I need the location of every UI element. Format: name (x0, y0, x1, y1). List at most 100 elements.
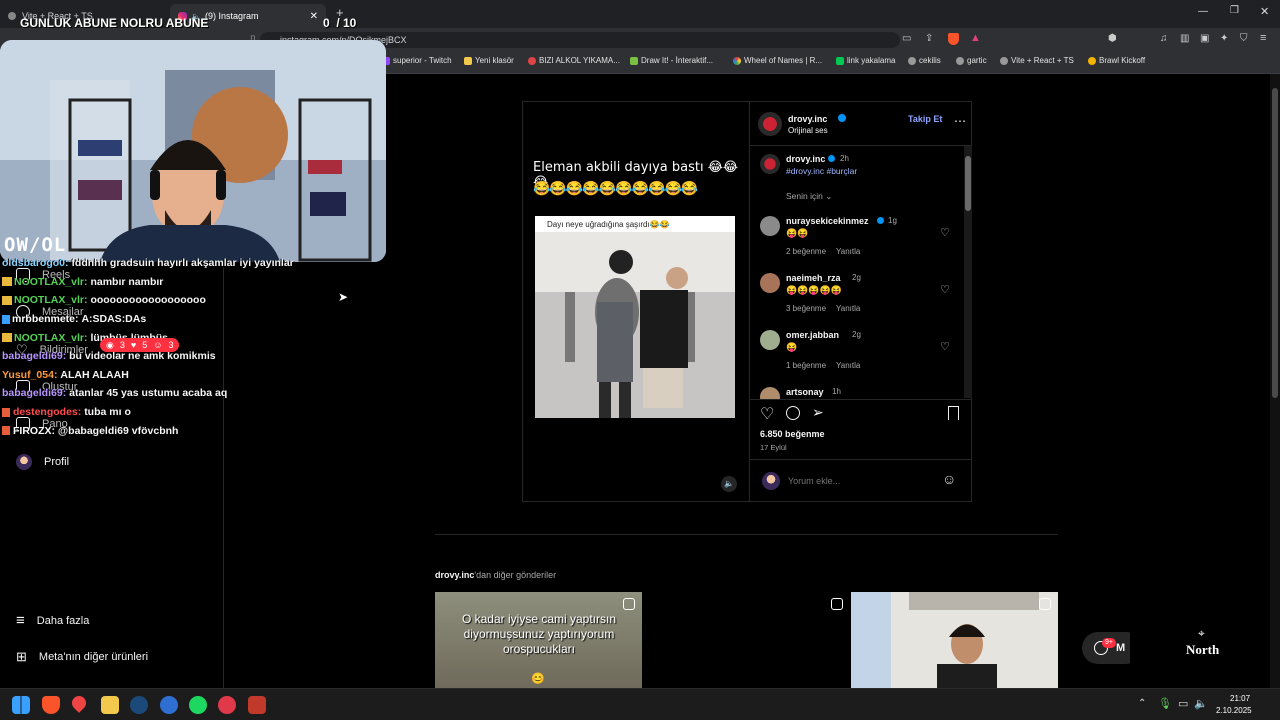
nav-meta-products[interactable]: ⊞ Meta'nın diğer ürünleri (16, 649, 148, 665)
page-scrollbar[interactable] (1270, 74, 1280, 688)
chat-text: oooooooooooooooooo (90, 294, 206, 307)
caption-username[interactable]: drovy.inc (786, 154, 825, 164)
north-label: North (1186, 642, 1220, 657)
post-date: 17 Eylül (760, 443, 787, 452)
emoji-icon[interactable]: ☺ (942, 471, 956, 487)
tab-icon (8, 12, 16, 20)
bookmark-item[interactable]: superior - Twitch (382, 56, 452, 65)
comment-input[interactable] (788, 474, 928, 488)
comment-username[interactable]: omer.jabban (786, 330, 839, 340)
comment-username[interactable]: artsonay (786, 387, 824, 397)
comment-likes[interactable]: 2 beğenme (786, 247, 826, 256)
close-window-button[interactable]: ✕ (1260, 5, 1269, 18)
minimize-button[interactable]: — (1198, 6, 1208, 17)
bookmark-item[interactable]: Draw It! - İnteraktif... (630, 56, 713, 65)
bookmark-item[interactable]: Wheel of Names | R... (733, 56, 822, 65)
post-thumbnail[interactable] (851, 592, 1058, 688)
game-app-icon[interactable] (248, 696, 266, 714)
brave-shield-icon[interactable] (948, 33, 959, 45)
close-tab-icon[interactable]: ✕ (310, 11, 318, 22)
bookmark-item[interactable]: cekilis (908, 56, 941, 65)
menu-icon[interactable]: ≡ (1260, 32, 1266, 44)
post-media[interactable]: Eleman akbili dayıya bastı 😂😂😂 😂😂😂😂😂😂😂😂😂… (523, 102, 749, 501)
sidebar-icon[interactable]: ▥ (1180, 33, 1189, 44)
hamburger-icon: ≡ (16, 612, 25, 629)
nav-more[interactable]: ≡ Daha fazla (16, 612, 89, 629)
heart-badge-icon: ♥ (130, 340, 137, 350)
network-icon[interactable]: ▭ (1178, 697, 1188, 710)
comment-like-icon[interactable]: ♡ (940, 226, 950, 239)
bookmark-item[interactable]: Vite + React + TS (1000, 56, 1074, 65)
comments-scrollbar[interactable] (964, 146, 972, 398)
extensions-icon[interactable]: ⬢ (1108, 33, 1117, 44)
comment: artsonay 1h (760, 387, 960, 399)
comment-likes[interactable]: 1 beğenme (786, 361, 826, 370)
comment-icon[interactable] (786, 406, 800, 420)
obs-icon[interactable] (160, 696, 178, 714)
volume-icon[interactable]: 🔈 (1194, 697, 1208, 710)
mic-icon[interactable]: 🎙 (1158, 697, 1172, 710)
more-options-icon[interactable]: ⋯ (954, 114, 966, 128)
media-icon[interactable]: ♫ (1160, 33, 1168, 44)
chat-message: NOOTLAX_vlr: oooooooooooooooooo (2, 291, 362, 310)
follow-button[interactable]: Takip Et (908, 114, 942, 124)
comment-username[interactable]: naeimeh_rza (786, 273, 841, 283)
post-thumbnail[interactable] (643, 592, 850, 688)
comment-likes[interactable]: 3 beğenme (786, 304, 826, 313)
chat-text: bu videolar ne amk komikmis (69, 350, 216, 363)
clock-date[interactable]: 2.10.2025 (1216, 706, 1252, 715)
file-explorer-icon[interactable] (101, 696, 119, 714)
author-username[interactable]: drovy.inc (788, 114, 827, 124)
spotify-icon[interactable] (189, 696, 207, 714)
sort-dropdown[interactable]: Senin için ⌄ (786, 191, 832, 202)
save-icon[interactable] (948, 406, 959, 420)
webcam-scene (0, 40, 386, 262)
comment-text: 😝😝😝😝😝 (786, 285, 843, 295)
screenshot-icon[interactable]: ▭ (902, 33, 911, 44)
inner-caption: Dayı neye uğradığına şaşırdı😂😂 (547, 220, 670, 229)
likes-count[interactable]: 6.850 beğenme (760, 429, 825, 439)
post-thumbnail[interactable]: O kadar iyiyse cami yaptırsın diyormuşsu… (435, 592, 642, 688)
notification-badges: ◉ 3 ♥ 5 ☺ 3 (100, 338, 180, 352)
comment-like-icon[interactable]: ♡ (940, 340, 950, 353)
wallet-icon[interactable]: ▣ (1200, 33, 1209, 44)
share-icon[interactable]: ⇪ (925, 33, 933, 44)
audio-label[interactable]: Orijinal ses (788, 126, 828, 135)
scrollbar-thumb[interactable] (1272, 88, 1278, 398)
comment: nuraysekicekinmez 1g 😝😝 2 beğenme Yanıtl… (760, 216, 960, 262)
windows-start-icon[interactable] (12, 696, 30, 714)
comment-like-icon[interactable]: ♡ (940, 283, 950, 296)
leo-icon[interactable]: ✦ (1220, 33, 1228, 44)
nav-item-profile[interactable]: Profil (16, 454, 69, 470)
scrollbar-thumb[interactable] (965, 156, 971, 211)
vpn-icon[interactable]: ⛉ (1240, 33, 1248, 44)
comment-username[interactable]: nuraysekicekinmez (786, 216, 869, 226)
chat-app-icon[interactable] (218, 696, 236, 714)
maps-pin-icon[interactable] (69, 693, 89, 713)
comment-time: 1g (888, 216, 897, 225)
author-avatar[interactable] (758, 112, 782, 136)
commenter-avatar (760, 387, 780, 399)
brave-icon[interactable] (42, 696, 60, 714)
reply-link[interactable]: Yanıtla (836, 361, 860, 370)
comment-time: 2g (852, 330, 861, 339)
commenter-avatar (760, 330, 780, 350)
tray-chevron-icon[interactable]: ⌃ (1138, 698, 1146, 709)
caption-tags[interactable]: #drovy.inc #burçlar (786, 166, 857, 176)
reply-link[interactable]: Yanıtla (836, 304, 860, 313)
bookmark-item[interactable]: link yakalama (836, 56, 895, 65)
bookmark-item[interactable]: BIZI ALKOL YIKAMA... (528, 56, 620, 65)
brave-rewards-icon[interactable]: ▲ (970, 32, 981, 44)
reply-link[interactable]: Yanıtla (836, 247, 860, 256)
maximize-button[interactable]: ❐ (1230, 5, 1239, 16)
bookmark-item[interactable]: Yeni klasör (464, 56, 514, 65)
actions-divider (750, 399, 972, 400)
follow-badge-icon: ☺ (153, 340, 163, 350)
volume-icon[interactable]: 🔈 (721, 476, 737, 492)
steam-icon[interactable] (130, 696, 148, 714)
bookmark-item[interactable]: gartic (956, 56, 987, 65)
clock-time[interactable]: 21:07 (1230, 694, 1250, 703)
bookmark-item[interactable]: Brawl Kickoff (1088, 56, 1145, 65)
like-icon[interactable]: ♡ (760, 404, 774, 424)
share-icon[interactable]: ➢ (812, 404, 824, 421)
